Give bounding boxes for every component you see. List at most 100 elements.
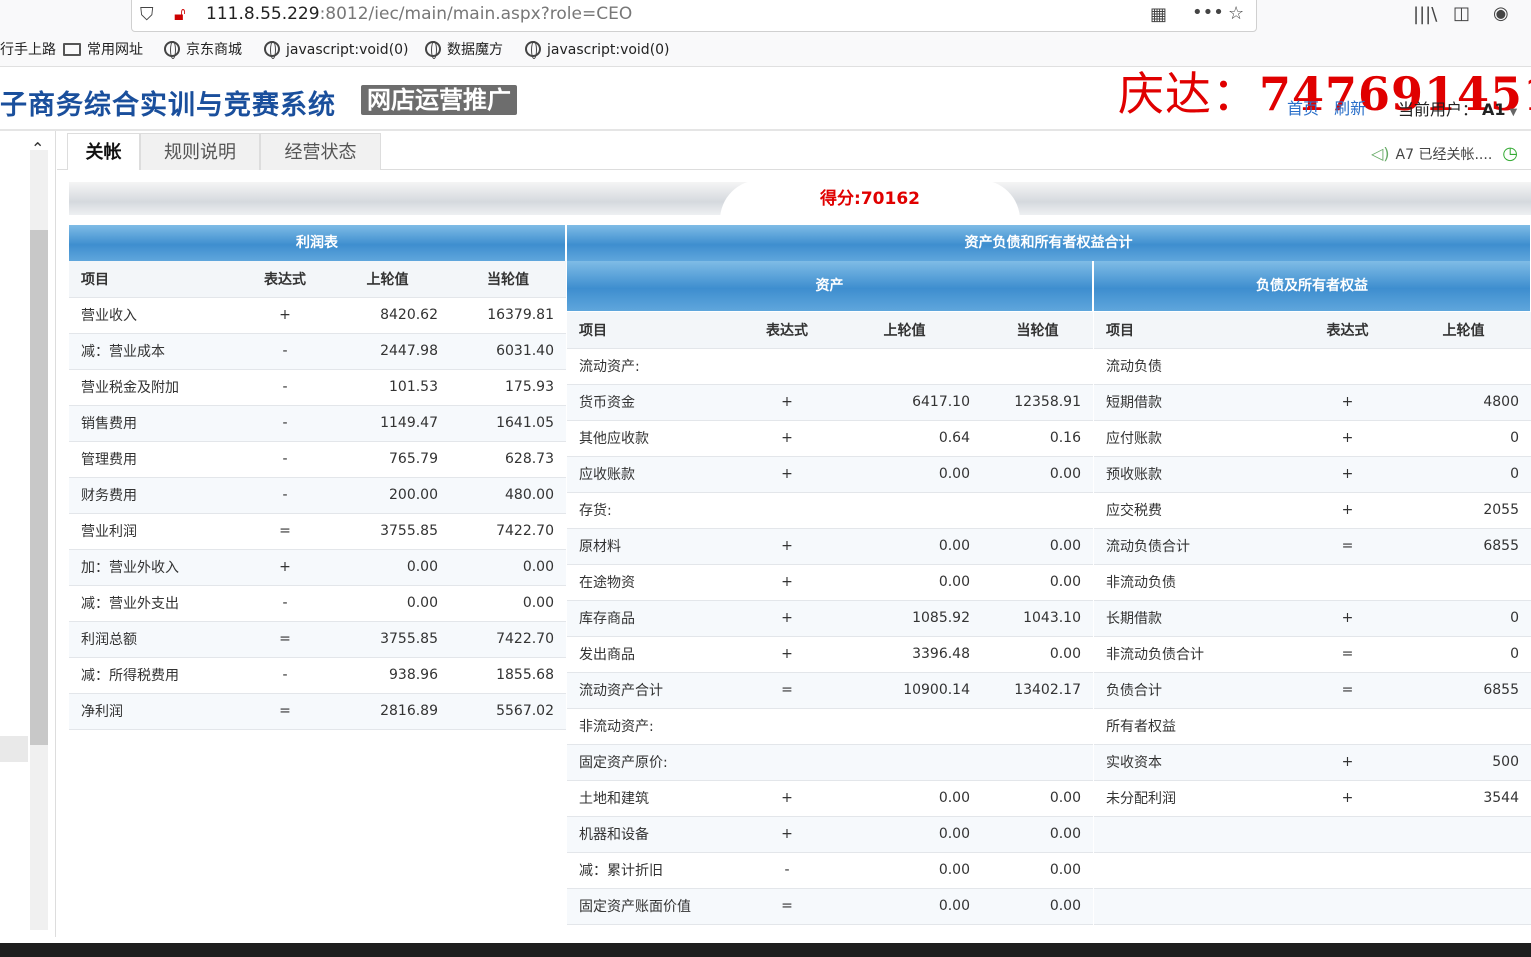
liab-cell: 3544 [1396,780,1531,817]
income-statement-title: 利润表 [69,225,566,261]
assets-row: 库存商品 +1085.92 1043.10 [567,600,1093,637]
browser-toolbar: ⛉ 🔓︎ 111.8.55.229:8012/iec/main/main.asp… [0,0,1531,67]
assets-cell: 存货: [567,492,747,529]
liab-cell [1299,852,1396,889]
bookmark-item[interactable]: 京东商城 [164,40,242,60]
assets-cell: 流动资产合计 [567,672,747,709]
income-col-header: 项目 [69,261,245,298]
income-row: 销售费用 -1149.47 1641.05 [69,405,566,442]
assets-cell: 3396.48 [827,636,982,673]
library-icon[interactable]: |||\ [1413,5,1437,25]
liab-cell: + [1299,456,1396,493]
bookmark-item[interactable]: 数据魔方 [425,40,503,60]
assets-row: 在途物资 +0.00 0.00 [567,564,1093,601]
star-icon[interactable]: ☆ [1228,4,1244,24]
income-cell: = [245,513,325,550]
income-row: 加：营业外收入 +0.00 0.00 [69,549,566,586]
sidebar-selected-item[interactable] [0,736,28,762]
liab-cell: + [1299,780,1396,817]
current-user[interactable]: 当前用户： A1 ▼ [1398,96,1517,120]
assets-row: 非流动资产: [567,708,1093,745]
account-icon[interactable]: ◉ [1493,4,1509,24]
clock-icon[interactable]: ◷ [1502,143,1518,164]
income-cell: - [245,405,325,442]
liab-cell: 预收账款 [1094,456,1299,493]
income-statement-table: 项目 表达式 上轮值 当轮值 营业收入 +8420.62 16379.81 减：营业成本 -24… [69,261,566,730]
liab-cell: 0 [1396,600,1531,637]
globe-icon [264,41,280,59]
liab-cell [1299,348,1396,385]
assets-row: 其他应收款 +0.64 0.16 [567,420,1093,457]
home-link[interactable]: 首页 [1287,99,1319,118]
liab-cell: 6855 [1396,528,1531,565]
assets-cell: 库存商品 [567,600,747,637]
assets-cell: 非流动资产: [567,708,747,745]
income-cell: 财务费用 [69,477,245,514]
income-cell: 0.00 [450,549,566,586]
assets-cell: 1043.10 [982,600,1093,637]
assets-col-header: 当轮值 [982,312,1093,349]
income-row: 营业利润 = 3755.85 7422.70 [69,513,566,550]
assets-cell: + [747,636,827,673]
assets-cell: 土地和建筑 [567,780,747,817]
shield-icon[interactable]: ⛉ [140,5,154,25]
liab-cell: 长期借款 [1094,600,1299,637]
liab-cell: 短期借款 [1094,384,1299,421]
tab-close-account[interactable]: 关帐 [67,133,140,170]
more-icon[interactable]: ••• [1192,3,1224,23]
chevron-down-icon[interactable]: ▼ [1510,107,1518,118]
address-bar[interactable]: ⛉ 🔓︎ 111.8.55.229:8012/iec/main/main.asp… [131,0,1257,32]
income-cell: 765.79 [325,441,450,478]
income-cell: 减：营业外支出 [69,585,245,622]
scrollbar-thumb[interactable] [30,230,48,745]
income-row: 减：所得税费用 -938.96 1855.68 [69,657,566,694]
assets-cell: 机器和设备 [567,816,747,853]
bookmark-item[interactable]: javascript:void(0) [264,40,409,60]
liab-col-header: 上轮值 [1396,312,1531,349]
liab-cell [1396,564,1531,601]
liab-cell: 流动负债合计 [1094,528,1299,565]
assets-cell [827,708,982,745]
income-cell: + [245,297,325,334]
liab-cell: 实收资本 [1094,744,1299,781]
income-cell: 0.00 [450,585,566,622]
bookmark-folder[interactable]: 常用网址 [63,40,143,60]
insecure-lock-icon[interactable]: 🔓︎ [174,5,186,25]
assets-cell: = [747,672,827,709]
income-cell: 利润总额 [69,621,245,658]
bookmark-item[interactable]: javascript:void(0) [525,40,670,60]
assets-row: 原材料 +0.00 0.00 [567,528,1093,565]
assets-cell: 0.16 [982,420,1093,457]
assets-cell: 0.00 [827,780,982,817]
liab-cell: = [1299,528,1396,565]
income-cell: 480.00 [450,477,566,514]
liab-cell [1396,888,1531,925]
assets-cell: 10900.14 [827,672,982,709]
income-cell: 0.00 [325,549,450,586]
liab-cell: 500 [1396,744,1531,781]
liab-cell: 非流动负债 [1094,564,1299,601]
income-cell: - [245,657,325,694]
tab-rules[interactable]: 规则说明 [140,133,260,170]
url-text[interactable]: 111.8.55.229:8012/iec/main/main.aspx?rol… [206,4,632,24]
bookmark-item[interactable]: 行手上路 [0,40,56,60]
liab-cell [1094,852,1299,889]
refresh-link[interactable]: 刷新 [1334,99,1366,118]
liab-cell [1299,708,1396,745]
income-cell: = [245,693,325,730]
assets-cell: 0.00 [982,636,1093,673]
income-cell: 7422.70 [450,513,566,550]
assets-cell: 0.00 [982,888,1093,925]
assets-cell: 流动资产: [567,348,747,385]
sidebar-icon[interactable]: ◫ [1453,4,1470,24]
income-cell: 16379.81 [450,297,566,334]
assets-cell: + [747,384,827,421]
liab-cell [1396,348,1531,385]
assets-row: 流动资产合计 = 10900.14 13402.17 [567,672,1093,709]
tab-operation-status[interactable]: 经营状态 [260,133,381,170]
liab-row [1094,888,1531,925]
assets-cell: 12358.91 [982,384,1093,421]
income-cell: 1641.05 [450,405,566,442]
liab-cell [1094,816,1299,853]
qr-code-icon[interactable]: ▦ [1150,5,1167,25]
